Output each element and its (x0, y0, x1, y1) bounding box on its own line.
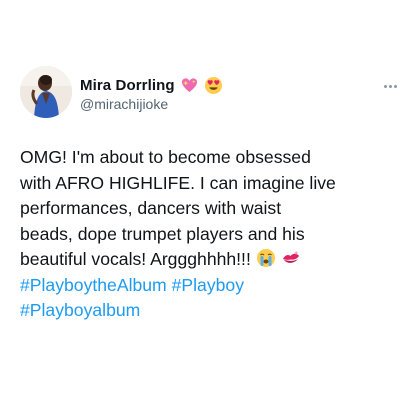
author-info[interactable]: Mira Dorrling @mirachijioke (80, 75, 223, 112)
tweet-line-with-emojis: beautiful vocals! Arggghhhh!!! (20, 247, 400, 273)
tweet-line: performances, dancers with waist (20, 198, 282, 218)
hashtag-line: #PlayboytheAlbum #Playboy (20, 273, 400, 299)
more-dot-icon (393, 84, 397, 88)
hashtag-link[interactable]: #PlayboytheAlbum (20, 275, 167, 295)
tweet-line: OMG! I'm about to become obsessed (20, 147, 311, 167)
more-options-button[interactable] (380, 76, 400, 96)
sparkling-heart-emoji-icon (180, 76, 199, 95)
hashtag-line: #Playboyalbum (20, 298, 400, 324)
hashtag-link[interactable]: #Playboy (172, 275, 244, 295)
tweet-text: OMG! I'm about to become obsessed with A… (20, 145, 400, 324)
hashtag-link[interactable]: #Playboyalbum (20, 300, 140, 320)
user-handle[interactable]: @mirachijioke (80, 96, 223, 112)
kiss-mark-emoji-icon (281, 248, 301, 268)
loudly-crying-emoji-icon (256, 248, 276, 268)
more-dot-icon (388, 84, 392, 88)
display-name[interactable]: Mira Dorrling (80, 77, 175, 94)
tweet-card: Mira Dorrling @mirachijioke OMG! I'm abo… (0, 0, 420, 420)
tweet-line: with AFRO HIGHLIFE. I can imagine live (20, 172, 336, 193)
tweet-header: Mira Dorrling @mirachijioke (20, 66, 400, 122)
tweet-line: beads, dope trumpet players and his (20, 223, 305, 244)
heart-eyes-emoji-icon (204, 76, 223, 95)
more-dot-icon (383, 84, 387, 88)
avatar[interactable] (20, 66, 72, 118)
tweet-line: beautiful vocals! Arggghhhh!!! (20, 249, 251, 269)
